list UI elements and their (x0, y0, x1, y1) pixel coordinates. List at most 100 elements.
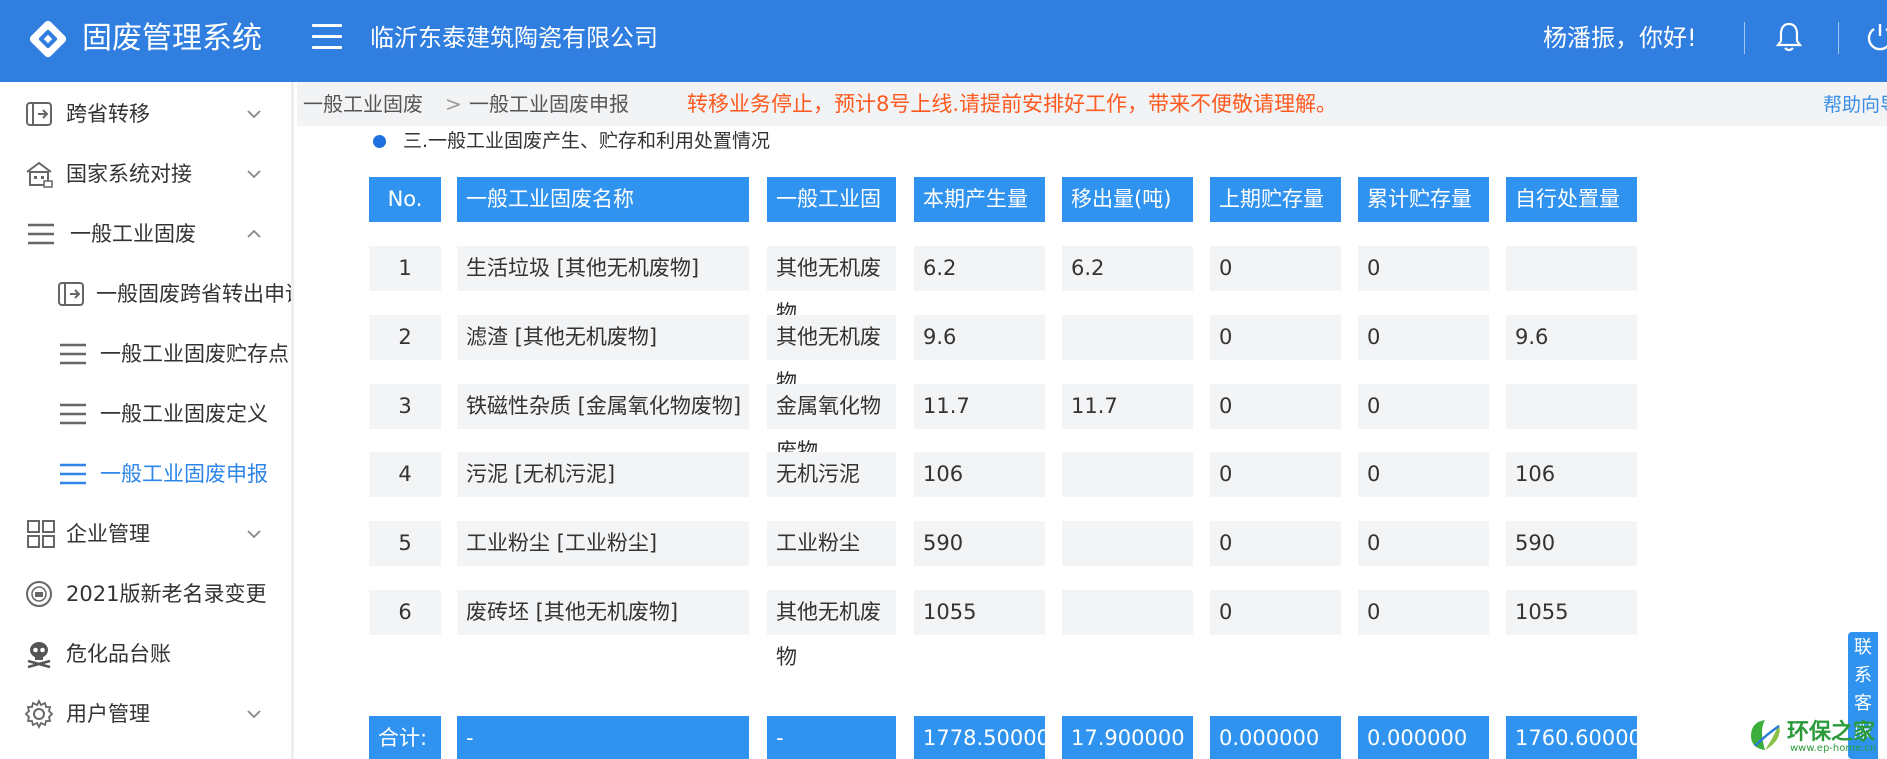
table-cell-col-produced: 106 (914, 452, 1045, 497)
table-header-col-category: 一般工业固 (767, 177, 896, 222)
table-cell-col-category: 其他无机废物 (767, 590, 896, 669)
watermark-text: 环保之家 (1787, 720, 1876, 745)
sidebar-item-cross-province-transfer[interactable]: 跨省转移 (0, 86, 291, 142)
table-cell-col-no: 1 (369, 246, 441, 291)
table-cell-col-no: 2 (369, 315, 441, 360)
table-header-col-produced: 本期产生量 (914, 177, 1045, 222)
help-link[interactable]: 帮助向导 (1823, 92, 1887, 118)
sidebar-item-catalog-change[interactable]: 2021版新老名录变更 (0, 566, 291, 622)
table-cell-col-name: 工业粉尘 [工业粉尘] (457, 521, 749, 566)
breadcrumb-item-current: 一般工业固废申报 (469, 92, 629, 116)
table-cell-col-cumulative-storage: 0 (1358, 384, 1489, 429)
table-cell-col-self-disposal (1506, 384, 1637, 429)
table-header-col-no: No. (369, 177, 441, 222)
table-cell-col-name: 铁磁性杂质 [金属氧化物废物] (457, 384, 749, 429)
table-cell-col-name: 生活垃圾 [其他无机废物] (457, 246, 749, 291)
chevron-down-icon (247, 710, 261, 719)
sidebar-subitem-declaration[interactable]: 一般工业固废申报 (0, 446, 291, 502)
sidebar-subitem-storage-point[interactable]: 一般工业固废贮存点 (0, 326, 291, 382)
table-cell-col-name: 污泥 [无机污泥] (457, 452, 749, 497)
chevron-down-icon (247, 110, 261, 119)
table-cell-col-transferred (1062, 521, 1193, 566)
table-cell-col-prev-storage: 0 (1210, 315, 1341, 360)
table-header-col-transferred: 移出量(吨) (1062, 177, 1193, 222)
table-cell-col-transferred (1062, 452, 1193, 497)
table-cell-col-prev-storage: 0 (1210, 521, 1341, 566)
table-cell-col-transferred: 6.2 (1062, 246, 1193, 291)
main-content: 三.一般工业固废产生、贮存和利用处置情况 No. 一般工业固废名称 一般工业固 本期产… (297, 126, 1887, 759)
sidebar-item-label: 2021版新老名录变更 (66, 582, 267, 606)
user-greeting[interactable]: 杨潘振，你好! (1543, 20, 1697, 56)
table-cell-col-category: 其他无机废物 (767, 246, 896, 325)
table-cell-col-category: 其他无机废物 (767, 315, 896, 394)
leaf-logo-icon (1751, 720, 1780, 750)
table-cell-col-self-disposal: 9.6 (1506, 315, 1637, 360)
table-cell-col-cumulative-storage: 0 (1358, 246, 1489, 291)
skull-icon (27, 642, 51, 669)
table-cell-col-name: 滤渣 [其他无机废物] (457, 315, 749, 360)
table-total-col-cumulative-storage: 0.000000 (1358, 716, 1489, 759)
table-total-col-produced: 1778.500000 (914, 716, 1045, 759)
contact-label-char: 联 (1854, 637, 1872, 658)
sidebar-item-enterprise-management[interactable]: 企业管理 (0, 506, 291, 562)
table-cell-col-name: 废砖坯 [其他无机废物] (457, 590, 749, 635)
table-cell-col-transferred (1062, 315, 1193, 360)
sidebar-item-label: 一般固废跨省转出申请 (96, 282, 294, 306)
sidebar-subitem-definition[interactable]: 一般工业固废定义 (0, 386, 291, 442)
breadcrumb-bar: 一般工业固废 > 一般工业固废申报 转移业务停止，预计8号上线.请提前安排好工作… (297, 82, 1887, 126)
gear-icon (24, 699, 54, 729)
list-icon (60, 403, 86, 425)
table-cell-col-self-disposal: 590 (1506, 521, 1637, 566)
menu-toggle-icon[interactable] (312, 24, 342, 50)
sidebar-item-label: 一般工业固废定义 (100, 402, 268, 426)
chevron-up-icon (247, 229, 261, 238)
table-cell-col-self-disposal: 106 (1506, 452, 1637, 497)
table-cell-col-prev-storage: 0 (1210, 590, 1341, 635)
table-header-col-self-disposal: 自行处置量 (1506, 177, 1637, 222)
app-title: 固废管理系统 (82, 21, 262, 56)
sidebar-item-label: 一般工业固废 (70, 222, 196, 246)
header-divider (1744, 22, 1745, 54)
power-icon[interactable] (1865, 21, 1887, 53)
sidebar-item-label: 用户管理 (66, 702, 150, 726)
bell-icon[interactable] (1775, 21, 1803, 53)
table-cell-col-category: 工业粉尘 (767, 521, 896, 566)
contact-label-char: 系 (1854, 665, 1872, 686)
table-cell-col-produced: 590 (914, 521, 1045, 566)
table-header-col-name: 一般工业固废名称 (457, 177, 749, 222)
sidebar-item-general-industrial-waste[interactable]: 一般工业固废 (0, 206, 291, 262)
table-total-col-transferred: 17.900000 (1062, 716, 1193, 759)
table-cell-col-cumulative-storage: 0 (1358, 590, 1489, 635)
table-cell-col-produced: 1055 (914, 590, 1045, 635)
table-cell-col-self-disposal: 1055 (1506, 590, 1637, 635)
table-total-col-prev-storage: 0.000000 (1210, 716, 1341, 759)
table-cell-col-prev-storage: 0 (1210, 452, 1341, 497)
sidebar-item-hazardous-chemicals[interactable]: 危化品台账 (0, 626, 291, 682)
company-name: 临沂东泰建筑陶瓷有限公司 (370, 24, 658, 52)
watermark: 环保之家 www.ep-home.cn (1745, 714, 1885, 759)
sidebar-item-national-system[interactable]: 国家系统对接 (0, 146, 291, 202)
sidebar-item-label: 一般工业固废贮存点 (100, 342, 289, 366)
table-cell-col-category: 金属氧化物废物 (767, 384, 896, 463)
transfer-icon (26, 102, 52, 126)
table-header-col-prev-storage: 上期贮存量 (1210, 177, 1341, 222)
sidebar-item-label: 一般工业固废申报 (100, 462, 268, 486)
sidebar-item-user-management[interactable]: 用户管理 (0, 686, 291, 742)
table-cell-col-prev-storage: 0 (1210, 384, 1341, 429)
breadcrumb-item[interactable]: 一般工业固废 (303, 91, 423, 117)
sidebar-subitem-cross-province-outbound[interactable]: 一般固废跨省转出申请 (0, 266, 294, 322)
list-icon (60, 463, 86, 485)
sidebar-item-label: 国家系统对接 (66, 162, 192, 186)
top-header: 固废管理系统 临沂东泰建筑陶瓷有限公司 杨潘振，你好! (0, 0, 1887, 82)
table-cell-col-no: 6 (369, 590, 441, 635)
sidebar-item-label: 危化品台账 (66, 642, 171, 666)
table-total-col-no: 合计: (369, 716, 441, 759)
table-cell-col-no: 3 (369, 384, 441, 429)
chevron-down-icon (247, 530, 261, 539)
table-cell-col-category: 无机污泥 (767, 452, 896, 497)
table-cell-col-produced: 6.2 (914, 246, 1045, 291)
breadcrumb-separator: > (445, 92, 462, 116)
grid-icon (27, 520, 55, 548)
sidebar: 跨省转移 国家系统对接 一般工业固废 一般固废跨省转出申请 一般工业固废贮存点 … (0, 82, 294, 759)
table-cell-col-cumulative-storage: 0 (1358, 315, 1489, 360)
